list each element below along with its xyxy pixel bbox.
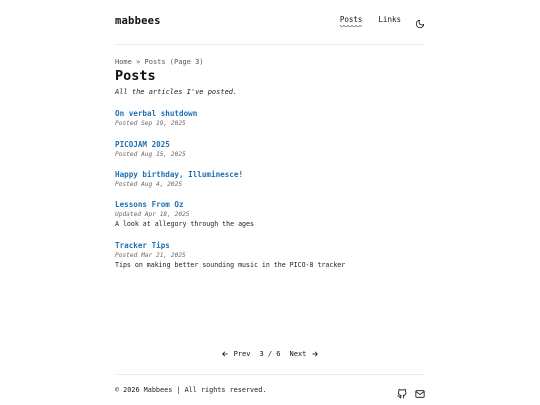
post-summary: A look at allegory through the ages (115, 220, 254, 228)
prev-page-link[interactable]: Prev (221, 350, 251, 358)
post-date: Posted Aug 4, 2025 (115, 181, 183, 188)
social-links (397, 384, 433, 399)
copyright: © 2026 Mabbees | All rights reserved. (115, 386, 267, 394)
pagination: Prev 3 / 6 Next (0, 350, 540, 358)
list-item: Tracker Tips Posted Mar 21, 2025 Tips on… (115, 241, 425, 269)
post-date: Posted Aug 15, 2025 (115, 151, 186, 158)
footer-divider (115, 374, 425, 375)
breadcrumb-home[interactable]: Home (115, 58, 132, 66)
header-divider (115, 44, 425, 45)
post-title-link[interactable]: Tracker Tips (115, 241, 425, 250)
breadcrumb-separator: » (136, 58, 141, 66)
post-date: Updated Apr 18, 2025 (115, 211, 190, 218)
page-description: All the articles I've posted. (115, 88, 238, 96)
page-title: Posts (115, 68, 156, 84)
next-page-link[interactable]: Next (290, 350, 320, 358)
list-item: On verbal shutdown Posted Sep 19, 2025 (115, 109, 425, 127)
breadcrumb: Home » Posts (Page 3) (115, 58, 204, 66)
list-item: Happy birthday, Illuminesce! Posted Aug … (115, 170, 425, 188)
prev-label: Prev (233, 350, 251, 358)
post-title-link[interactable]: Lessons From Oz (115, 200, 425, 209)
post-date: Posted Mar 21, 2025 (115, 252, 186, 259)
mail-icon[interactable] (415, 384, 425, 398)
main-nav: Posts Links (324, 14, 425, 29)
site-header: mabbees Posts Links (115, 14, 425, 32)
site-title[interactable]: mabbees (115, 15, 161, 27)
list-item: PICOJAM 2025 Posted Aug 15, 2025 (115, 140, 425, 158)
post-title-link[interactable]: On verbal shutdown (115, 109, 425, 118)
post-date: Posted Sep 19, 2025 (115, 120, 186, 127)
next-label: Next (289, 350, 307, 358)
nav-links[interactable]: Links (378, 15, 401, 24)
arrow-left-icon (221, 350, 229, 358)
breadcrumb-current: Posts (Page 3) (144, 58, 204, 66)
nav-posts[interactable]: Posts (339, 15, 362, 28)
list-item: Lessons From Oz Updated Apr 18, 2025 A l… (115, 200, 425, 228)
moon-icon[interactable] (415, 14, 425, 29)
post-title-link[interactable]: Happy birthday, Illuminesce! (115, 170, 425, 179)
post-summary: Tips on making better sounding music in … (115, 261, 346, 269)
github-icon[interactable] (397, 384, 407, 399)
page-indicator: 3 / 6 (259, 350, 281, 358)
post-title-link[interactable]: PICOJAM 2025 (115, 140, 425, 149)
arrow-right-icon (311, 350, 319, 358)
